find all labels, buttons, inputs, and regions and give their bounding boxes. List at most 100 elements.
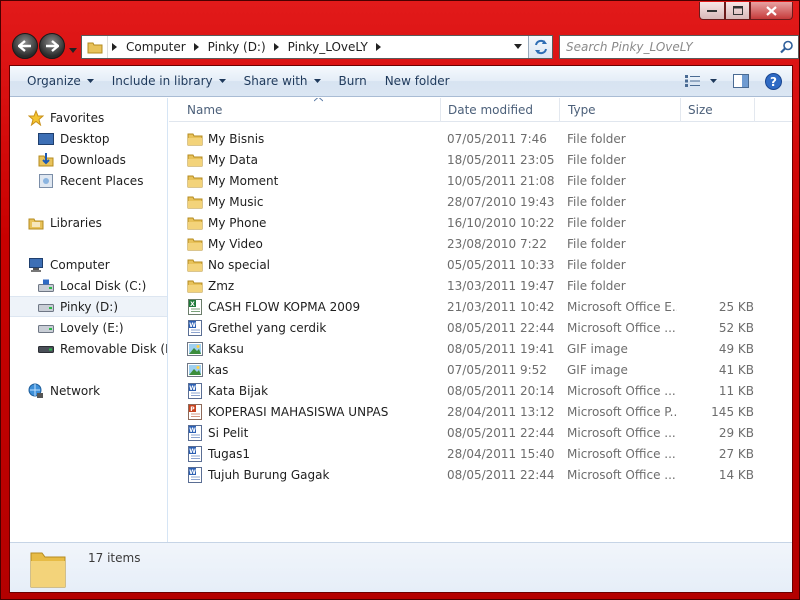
close-button[interactable] (750, 2, 793, 20)
column-type[interactable]: Type (560, 98, 681, 122)
file-size: 49 KB (718, 341, 754, 356)
file-row[interactable]: W Tugas1 28/04/2011 15:40 Microsoft Office … (169, 443, 792, 464)
file-name-cell[interactable]: My Bisnis (187, 128, 439, 149)
minimize-button[interactable] (699, 2, 725, 20)
file-row[interactable]: My Moment 10/05/2011 21:08 File folder (169, 170, 792, 191)
refresh-button[interactable] (528, 36, 552, 58)
view-options-dropdown[interactable] (706, 69, 720, 93)
file-name-cell[interactable]: kas (187, 359, 439, 380)
file-name-cell[interactable]: Zmz (187, 275, 439, 296)
breadcrumb-computer[interactable]: Computer (122, 40, 190, 54)
nav-libraries[interactable]: Libraries (27, 212, 167, 233)
file-name-cell[interactable]: My Moment (187, 170, 439, 191)
file-name-cell[interactable]: W Tugas1 (187, 443, 439, 464)
breadcrumb-separator-icon[interactable] (372, 43, 386, 51)
drive-icon (37, 299, 55, 315)
powerpoint-icon: P (187, 403, 203, 420)
file-name-cell[interactable]: My Data (187, 149, 439, 170)
file-row[interactable]: My Phone 16/10/2010 10:22 File folder (169, 212, 792, 233)
burn-button[interactable]: Burn (330, 69, 376, 93)
file-row[interactable]: P KOPERASI MAHASISWA UNPAS 28/04/2011 13:1… (169, 401, 792, 422)
nav-downloads[interactable]: Downloads (37, 149, 167, 170)
file-name: Grethel yang cerdik (208, 320, 327, 335)
command-bar: Organize Include in library Share with B… (10, 66, 792, 97)
file-row[interactable]: W Grethel yang cerdik 08/05/2011 22:44 Micr… (169, 317, 792, 338)
file-row[interactable]: Zmz 13/03/2011 19:47 File folder (169, 275, 792, 296)
file-name-cell[interactable]: W Grethel yang cerdik (187, 317, 439, 338)
nav-local-disk[interactable]: Local Disk (C:) (37, 275, 167, 296)
file-row[interactable]: No special 05/05/2011 10:33 File folder (169, 254, 792, 275)
file-name-cell[interactable]: W Tujuh Burung Gagak (187, 464, 439, 485)
preview-pane-icon (733, 74, 749, 88)
file-size: 52 KB (718, 320, 754, 335)
help-button[interactable]: ? (760, 69, 786, 93)
breadcrumb-current-folder[interactable]: Pinky_LOveLY (284, 40, 372, 54)
column-size[interactable]: Size (680, 98, 755, 122)
organize-label: Organize (27, 74, 81, 88)
arrow-left-icon (18, 40, 31, 52)
nav-desktop[interactable]: Desktop (37, 128, 167, 149)
share-with-button[interactable]: Share with (235, 69, 330, 93)
nav-recent-places[interactable]: Recent Places (37, 170, 167, 191)
file-size (681, 170, 754, 191)
file-row[interactable]: W Kata Bijak 08/05/2011 20:14 Microsoft Off… (169, 380, 792, 401)
search-icon[interactable] (780, 40, 794, 57)
maximize-button[interactable] (725, 2, 750, 20)
nav-recent-places-label: Recent Places (60, 173, 144, 188)
address-history-dropdown[interactable] (510, 38, 526, 56)
nav-pinky-drive[interactable]: Pinky (D:) (10, 296, 167, 317)
new-folder-button[interactable]: New folder (376, 69, 459, 93)
file-row[interactable]: W Si Pelit 08/05/2011 22:44 Microsoft Offic… (169, 422, 792, 443)
file-type: GIF image (567, 341, 628, 356)
file-row[interactable]: W Tujuh Burung Gagak 08/05/2011 22:44 Micro… (169, 464, 792, 485)
file-name-cell[interactable]: X CASH FLOW KOPMA 2009 (187, 296, 439, 317)
file-name-cell[interactable]: W Kata Bijak (187, 380, 439, 401)
preview-pane-button[interactable] (728, 69, 754, 93)
file-date: 21/03/2011 10:42 (447, 299, 555, 314)
file-name-cell[interactable]: No special (187, 254, 439, 275)
file-name: My Bisnis (208, 131, 265, 146)
back-button[interactable] (12, 33, 38, 59)
file-row[interactable]: My Data 18/05/2011 23:05 File folder (169, 149, 792, 170)
file-row[interactable]: kas 07/05/2011 9:52 GIF image 41 KB (169, 359, 792, 380)
breadcrumb-separator-icon[interactable] (270, 43, 284, 51)
file-name-cell[interactable]: P KOPERASI MAHASISWA UNPAS (187, 401, 439, 422)
organize-button[interactable]: Organize (18, 69, 103, 93)
file-row[interactable]: My Bisnis 07/05/2011 7:46 File folder (169, 128, 792, 149)
file-size (681, 275, 754, 296)
column-name[interactable]: Name (179, 98, 441, 122)
nav-removable-disk[interactable]: Removable Disk (H:) (37, 338, 167, 359)
column-date-label: Date modified (448, 103, 534, 117)
nav-favorites[interactable]: Favorites (27, 107, 167, 128)
change-view-button[interactable] (680, 69, 706, 93)
file-name-cell[interactable]: Kaksu (187, 338, 439, 359)
search-input[interactable] (566, 40, 766, 54)
file-date: 18/05/2011 23:05 (447, 152, 555, 167)
include-in-library-button[interactable]: Include in library (103, 69, 235, 93)
recent-pages-dropdown[interactable] (69, 43, 77, 53)
forward-button[interactable] (39, 33, 65, 59)
file-name-cell[interactable]: W Si Pelit (187, 422, 439, 443)
file-name-cell[interactable]: My Phone (187, 212, 439, 233)
file-row[interactable]: My Video 23/08/2010 7:22 File folder (169, 233, 792, 254)
address-bar[interactable]: Computer Pinky (D:) Pinky_LOveLY (81, 35, 553, 59)
search-box[interactable] (559, 35, 799, 59)
file-row[interactable]: X CASH FLOW KOPMA 2009 21/03/2011 10:42 Mic… (169, 296, 792, 317)
file-row[interactable]: My Music 28/07/2010 19:43 File folder (169, 191, 792, 212)
drive-icon (37, 320, 55, 336)
file-date: 08/05/2011 22:44 (447, 467, 555, 482)
nav-lovely-drive[interactable]: Lovely (E:) (37, 317, 167, 338)
nav-network[interactable]: Network (27, 380, 167, 401)
breadcrumb-separator-icon[interactable] (190, 43, 204, 51)
nav-local-disk-label: Local Disk (C:) (60, 278, 147, 293)
column-type-label: Type (568, 103, 596, 117)
word-icon: W (187, 382, 203, 399)
file-size: 25 KB (718, 299, 754, 314)
breadcrumb-separator-icon[interactable] (108, 43, 122, 51)
nav-computer[interactable]: Computer (27, 254, 167, 275)
file-name-cell[interactable]: My Video (187, 233, 439, 254)
file-name-cell[interactable]: My Music (187, 191, 439, 212)
column-date-modified[interactable]: Date modified (440, 98, 560, 122)
file-row[interactable]: Kaksu 08/05/2011 19:41 GIF image 49 KB (169, 338, 792, 359)
breadcrumb-pinky-drive[interactable]: Pinky (D:) (204, 40, 270, 54)
